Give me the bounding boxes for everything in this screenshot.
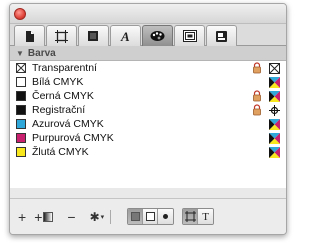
swatch-name: Černá CMYK (32, 90, 94, 102)
tab-box[interactable] (78, 25, 109, 46)
swatch-name: Transparentní (32, 62, 97, 74)
swatch-chip (16, 119, 26, 129)
frame-icon (55, 29, 68, 43)
swatch-row[interactable]: Transparentní (10, 61, 286, 75)
apply-to-text-button[interactable]: T (198, 209, 214, 224)
tab-text[interactable]: A (110, 25, 141, 46)
empty-square-icon (145, 212, 155, 221)
panel-footer: + + − ✱ ▾ T (10, 198, 286, 234)
frame-icon (184, 211, 196, 222)
swatch-row[interactable]: Bílá CMYK (10, 75, 286, 89)
tab-frame[interactable] (46, 25, 77, 46)
swatch-list: Transparentní Bílá CMYK Černá CMYK Regis… (10, 61, 286, 188)
remove-color-button[interactable]: − (67, 209, 75, 225)
add-color-button[interactable]: + (18, 209, 26, 225)
swatch-row[interactable]: Černá CMYK (10, 89, 286, 103)
swatch-row[interactable]: Purpurová CMYK (10, 131, 286, 145)
svg-text:A: A (120, 29, 130, 43)
text-style-icon: A (120, 29, 130, 43)
cmyk-icon (269, 90, 280, 102)
title-bar (10, 4, 286, 24)
tab-colors[interactable] (142, 25, 173, 46)
document-icon (25, 30, 34, 42)
script-icon (216, 30, 227, 42)
lock-icon (253, 90, 261, 102)
inspector-tabs: A (10, 24, 286, 46)
solid-square-icon (130, 212, 140, 221)
swatch-chip (16, 77, 26, 87)
tab-scripts[interactable] (206, 25, 237, 46)
text-icon: T (202, 210, 209, 223)
close-window-button[interactable] (14, 8, 26, 20)
tab-document[interactable] (14, 25, 45, 46)
swatch-chip (16, 63, 26, 73)
swatch-chip (16, 133, 26, 143)
swatch-row[interactable]: Žlutá CMYK (10, 145, 286, 159)
swatch-chip (16, 105, 26, 115)
add-gradient-button[interactable]: + (34, 208, 54, 225)
gradient-icon (43, 211, 54, 222)
section-title: Barva (27, 47, 56, 59)
radial-mode-button[interactable] (158, 209, 174, 224)
swatch-name: Bílá CMYK (32, 76, 84, 88)
solid-mode-button[interactable] (128, 209, 144, 224)
cmyk-icon (269, 118, 280, 130)
gear-menu-button[interactable]: ✱ ▾ (90, 210, 105, 224)
no-color-icon (269, 62, 280, 74)
color-mode-segmented-control (127, 208, 175, 225)
swatch-row[interactable]: Azurová CMYK (10, 117, 286, 131)
section-header[interactable]: ▼ Barva (10, 46, 286, 61)
swatch-chip (16, 91, 26, 101)
disclosure-triangle-icon[interactable]: ▼ (16, 49, 24, 58)
swatch-name: Purpurová CMYK (32, 132, 114, 144)
chevron-down-icon: ▾ (100, 213, 105, 221)
box-icon (88, 30, 98, 41)
cmyk-icon (269, 132, 280, 144)
apply-target-segmented-control: T (182, 208, 215, 225)
swatch-name: Žlutá CMYK (32, 146, 89, 158)
palette-icon (150, 31, 165, 41)
registration-mark-icon (269, 104, 280, 116)
picture-icon (182, 30, 197, 42)
swatch-chip (16, 147, 26, 157)
gear-icon: ✱ (89, 209, 100, 224)
swatch-name: Registrační (32, 104, 86, 116)
tab-image[interactable] (174, 25, 205, 46)
swatches-panel: A ▼ Barva Transparentní Bílá CMYK Černá … (9, 3, 287, 235)
divider (110, 209, 112, 224)
add-gradient-label: + (34, 208, 43, 225)
apply-to-box-button[interactable] (183, 209, 199, 224)
lock-icon (253, 62, 261, 74)
swatch-name: Azurová CMYK (32, 118, 104, 130)
cmyk-icon (269, 76, 280, 88)
dot-icon (163, 214, 169, 219)
empty-mode-button[interactable] (143, 209, 159, 224)
cmyk-icon (269, 146, 280, 158)
swatch-row[interactable]: Registrační (10, 103, 286, 117)
lock-icon (253, 104, 261, 116)
